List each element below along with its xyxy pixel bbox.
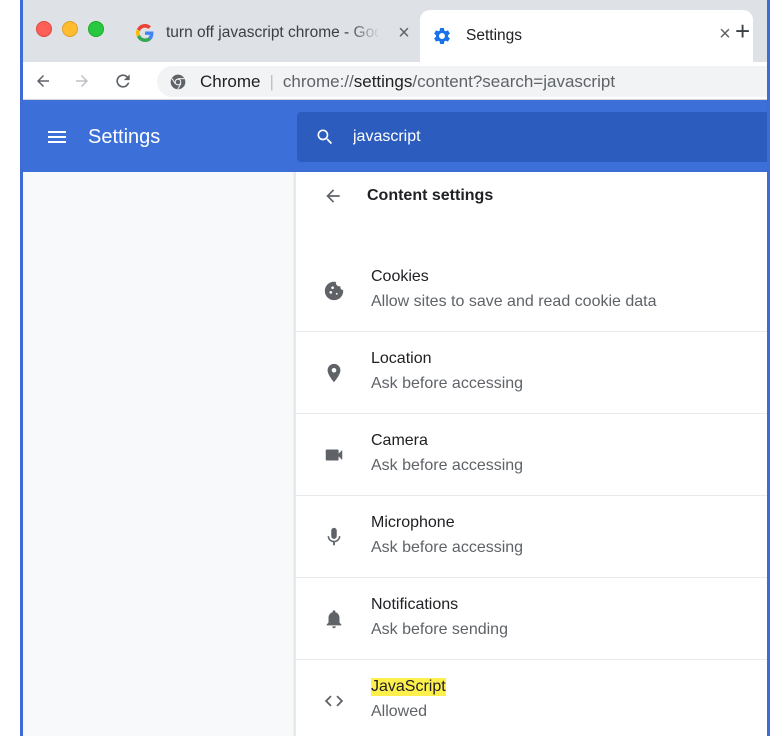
forward-button[interactable] [69, 68, 95, 94]
setting-label: Camera [371, 432, 428, 449]
microphone-icon [322, 525, 346, 549]
chrome-logo-icon [170, 74, 186, 90]
content-settings-card: Content settings Cookies Allow sites to … [295, 172, 767, 736]
cookie-icon [322, 279, 346, 303]
close-tab-icon[interactable]: × [392, 22, 416, 45]
setting-status: Ask before accessing [371, 457, 524, 474]
arrow-right-icon [76, 75, 88, 87]
setting-row-cookies[interactable]: Cookies Allow sites to save and read coo… [296, 250, 767, 332]
url-text: chrome://settings/content?search=javascr… [283, 72, 615, 92]
reload-icon [116, 74, 130, 88]
new-tab-button[interactable]: + [735, 18, 750, 44]
omnibox-separator: | [269, 71, 274, 91]
google-g-icon [136, 24, 154, 42]
tab-title: turn off javascript chrome - Google Sear… [166, 24, 380, 41]
setting-label: JavaScript [371, 678, 446, 696]
bell-icon [322, 607, 346, 631]
url-path: /content?search=javascript [412, 71, 616, 91]
location-pin-icon [322, 361, 346, 385]
setting-status: Ask before accessing [371, 539, 524, 556]
setting-row-notifications[interactable]: Notifications Ask before sending [296, 578, 767, 660]
section-title: Content settings [367, 187, 494, 204]
tab-title: Settings [466, 27, 523, 44]
arrow-left-icon [37, 75, 49, 87]
url-scheme: chrome:// [282, 71, 354, 91]
setting-status: Ask before sending [371, 621, 508, 638]
card-header: Content settings [296, 172, 767, 220]
setting-row-location[interactable]: Location Ask before accessing [296, 332, 767, 414]
close-window-button[interactable] [36, 21, 52, 37]
setting-status: Allowed [371, 703, 428, 720]
url-host: settings [353, 71, 413, 91]
browser-window: turn off javascript chrome - Google Sear… [20, 0, 770, 736]
content-settings-list: Cookies Allow sites to save and read coo… [296, 250, 767, 736]
search-input[interactable] [353, 128, 733, 146]
tab-settings[interactable]: Settings × [420, 10, 753, 62]
code-brackets-icon [322, 689, 346, 713]
setting-label: Cookies [371, 268, 429, 285]
search-icon [317, 129, 333, 145]
tab-strip: turn off javascript chrome - Google Sear… [23, 0, 767, 62]
back-button[interactable] [30, 68, 56, 94]
settings-header: Settings [23, 100, 767, 172]
close-tab-icon[interactable]: × [713, 23, 737, 46]
zoom-window-button[interactable] [88, 21, 104, 37]
settings-search-box[interactable] [297, 112, 767, 162]
page-title: Settings [88, 126, 161, 148]
hamburger-menu-icon[interactable] [45, 125, 69, 149]
setting-row-microphone[interactable]: Microphone Ask before accessing [296, 496, 767, 578]
camera-icon [322, 443, 346, 467]
back-arrow-icon[interactable] [323, 186, 343, 206]
setting-row-camera[interactable]: Camera Ask before accessing [296, 414, 767, 496]
minimize-window-button[interactable] [62, 21, 78, 37]
reload-button[interactable] [110, 68, 136, 94]
gear-icon [434, 27, 450, 44]
setting-status: Allow sites to save and read cookie data [371, 293, 657, 310]
settings-sidebar [23, 172, 295, 736]
setting-status: Ask before accessing [371, 375, 524, 392]
chrome-badge-label: Chrome [200, 71, 261, 91]
setting-label: Notifications [371, 596, 459, 613]
browser-toolbar: Chrome | chrome://settings/content?searc… [23, 62, 767, 100]
setting-label: Location [371, 350, 432, 367]
address-bar[interactable]: Chrome | chrome://settings/content?searc… [157, 66, 767, 97]
setting-label: Microphone [371, 514, 455, 531]
setting-row-javascript[interactable]: JavaScript Allowed [296, 660, 767, 736]
tab-google-search[interactable]: turn off javascript chrome - Google Sear… [126, 10, 416, 56]
